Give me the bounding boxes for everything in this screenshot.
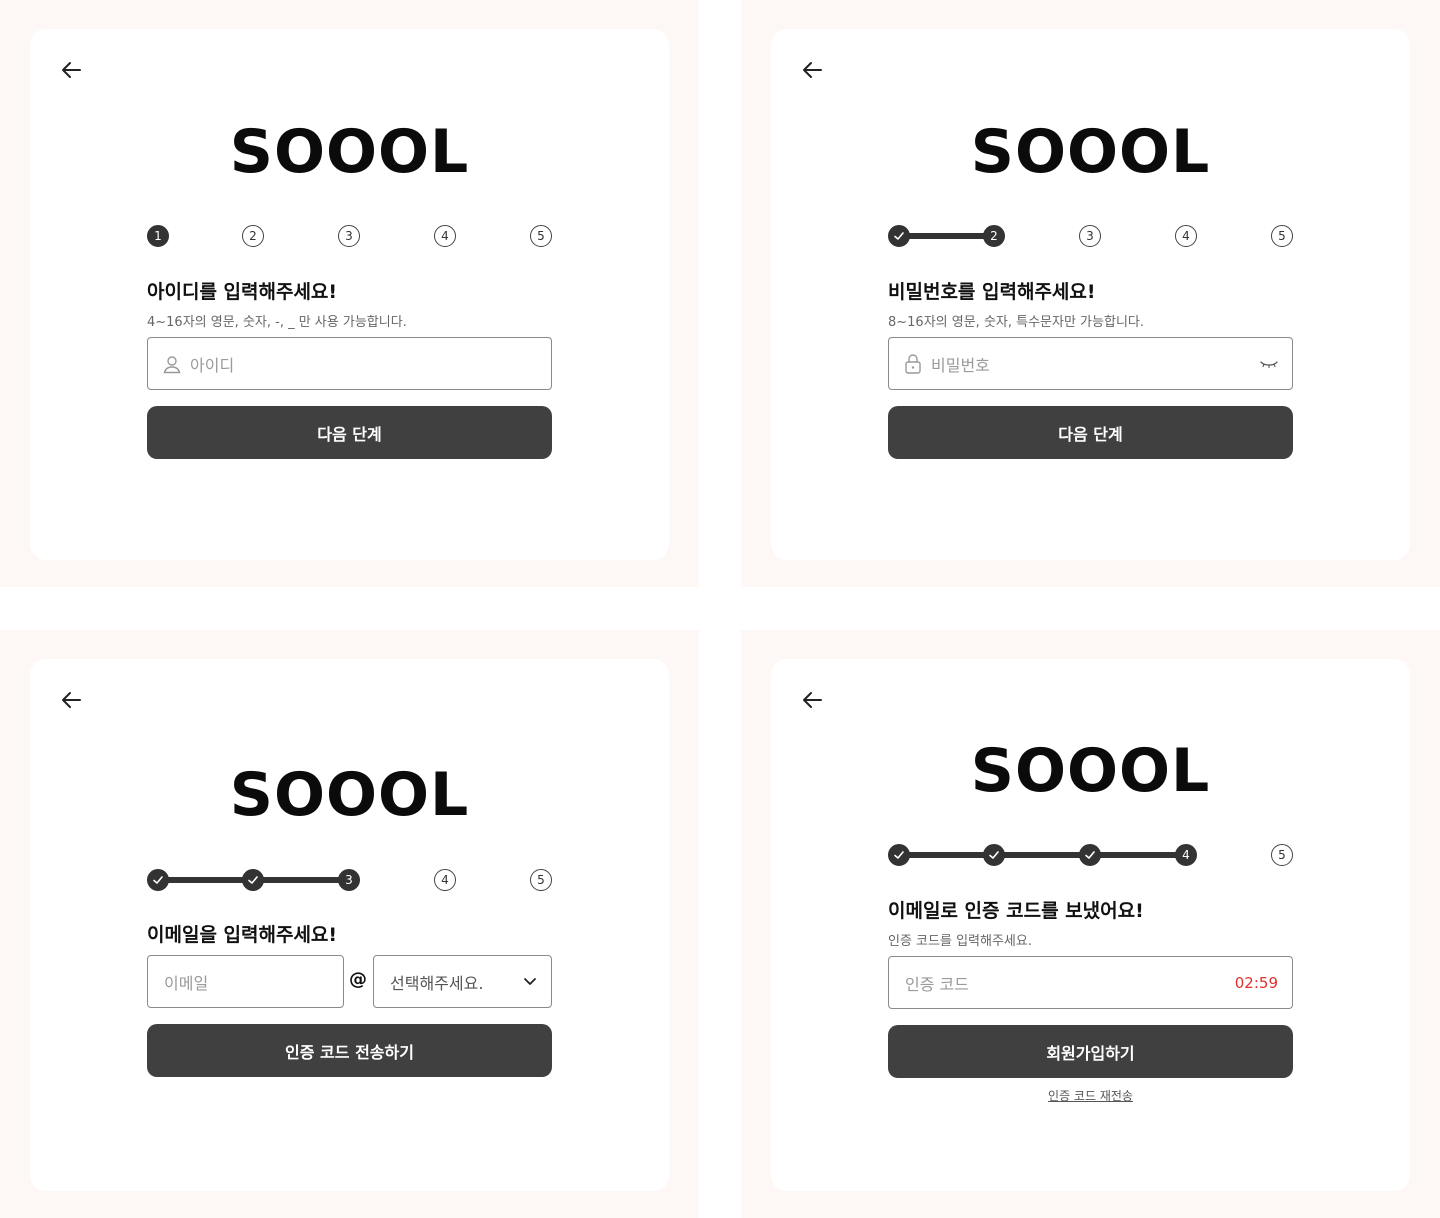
back-button[interactable] [797,55,827,85]
step-progress-line [899,233,994,239]
step-4: 4 [434,869,456,891]
step-5: 5 [1271,844,1293,866]
back-button[interactable] [56,55,86,85]
arrow-left-icon [803,692,822,708]
step-heading: 이메일로 인증 코드를 보냈어요! [888,900,1144,922]
logo: SOOOL [229,117,470,187]
step-1: 1 [147,225,169,247]
back-button[interactable] [56,685,86,715]
stepper: 3 4 5 [147,869,552,893]
step-3: 3 [1079,225,1101,247]
step-4: 4 [1175,225,1197,247]
stepper: 1 2 3 4 5 [147,225,552,249]
id-input[interactable]: 아이디 [147,337,552,390]
stepper: 4 5 [888,844,1293,868]
resend-code-link[interactable]: 인증 코드 재전송 [771,1087,1410,1104]
step-2-done [242,869,264,891]
step-3-done [1079,844,1101,866]
verification-code-placeholder: 인증 코드 [905,974,969,994]
eye-closed-icon [1260,360,1278,368]
step-1-done [147,869,169,891]
logo: SOOOL [229,760,470,830]
step-2: 2 [983,225,1005,247]
step-heading: 비밀번호를 입력해주세요! [888,281,1096,303]
password-input-placeholder: 비밀번호 [931,355,990,375]
step-3: 3 [338,869,360,891]
send-code-button[interactable]: 인증 코드 전송하기 [147,1024,552,1077]
back-button[interactable] [797,685,827,715]
verification-code-input[interactable]: 인증 코드 02:59 [888,956,1293,1009]
signup-card: SOOOL 4 5 이메일로 인증 코드를 보냈어요! 인증 코드를 입력해주세… [771,659,1410,1191]
signup-step1-panel: SOOOL 1 2 3 4 5 아이디를 입력해주세요! 4~16자의 영문, … [0,0,699,587]
step-description: 인증 코드를 입력해주세요. [888,934,1032,949]
step-5: 5 [1271,225,1293,247]
signup-card: SOOOL 1 2 3 4 5 아이디를 입력해주세요! 4~16자의 영문, … [30,29,669,560]
check-icon [153,876,163,884]
next-step-button[interactable]: 다음 단계 [888,406,1293,459]
check-icon [894,232,904,240]
stepper: 2 3 4 5 [888,225,1293,249]
check-icon [989,851,999,859]
step-description: 8~16자의 영문, 숫자, 특수문자만 가능합니다. [888,315,1144,330]
signup-button[interactable]: 회원가입하기 [888,1025,1293,1078]
email-domain-select-value: 선택해주세요. [390,973,484,993]
signup-step3-panel: SOOOL 3 4 5 이메일을 입력해주세요! 이메일 @ 선택해주세요. 인… [0,630,699,1218]
password-input[interactable]: 비밀번호 [888,337,1293,390]
step-5: 5 [530,225,552,247]
chevron-down-icon [524,978,536,985]
step-description: 4~16자의 영문, 숫자, -, _ 만 사용 가능합니다. [147,315,407,330]
countdown-timer: 02:59 [1234,973,1278,992]
step-4: 4 [434,225,456,247]
logo: SOOOL [970,736,1211,806]
step-4: 4 [1175,844,1197,866]
id-input-placeholder: 아이디 [190,355,235,375]
toggle-password-visibility[interactable] [1260,359,1278,369]
step-heading: 아이디를 입력해주세요! [147,281,338,303]
at-sign: @ [349,969,367,990]
signup-card: SOOOL 2 3 4 5 비밀번호를 입력해주세요! 8~16자의 영문, 숫… [771,29,1410,560]
check-icon [248,876,258,884]
step-5: 5 [530,869,552,891]
step-heading: 이메일을 입력해주세요! [147,924,338,946]
step-1-done [888,225,910,247]
user-icon [163,355,181,373]
lock-icon [905,353,921,374]
signup-step4-panel: SOOOL 4 5 이메일로 인증 코드를 보냈어요! 인증 코드를 입력해주세… [741,630,1440,1218]
logo: SOOOL [970,117,1211,187]
step-3: 3 [338,225,360,247]
email-local-input[interactable]: 이메일 [147,955,344,1008]
signup-card: SOOOL 3 4 5 이메일을 입력해주세요! 이메일 @ 선택해주세요. 인… [30,659,669,1191]
arrow-left-icon [803,62,822,78]
check-icon [894,851,904,859]
arrow-left-icon [62,692,81,708]
check-icon [1085,851,1095,859]
email-input-placeholder: 이메일 [164,973,209,993]
step-1-done [888,844,910,866]
step-2: 2 [242,225,264,247]
signup-step2-panel: SOOOL 2 3 4 5 비밀번호를 입력해주세요! 8~16자의 영문, 숫… [741,0,1440,587]
arrow-left-icon [62,62,81,78]
next-step-button[interactable]: 다음 단계 [147,406,552,459]
email-domain-select[interactable]: 선택해주세요. [373,955,552,1008]
step-2-done [983,844,1005,866]
step-progress-line [899,852,1186,858]
